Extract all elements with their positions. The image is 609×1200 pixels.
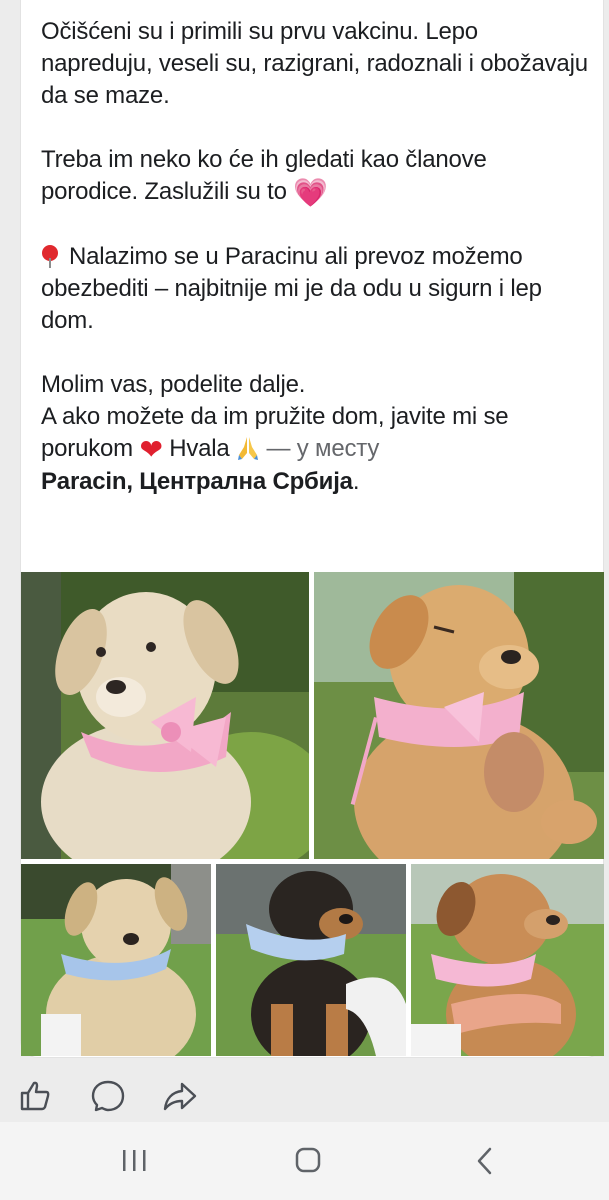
comment-button[interactable] (90, 1078, 126, 1114)
share-button[interactable] (162, 1078, 198, 1114)
post-paragraph-2: Treba im neko ko će ih gledati kao člano… (41, 144, 589, 209)
photo-puppy-golden-pink-collar[interactable] (314, 572, 604, 859)
post-paragraph-1: Očišćeni su i primili su prvu vakcinu. L… (41, 18, 588, 109)
pink-heart-emoji: 💗 (293, 177, 328, 208)
photo-puppy-cream-blue-collar[interactable] (21, 864, 211, 1056)
home-button[interactable] (288, 1144, 328, 1178)
red-heart-emoji: ❤ (139, 434, 163, 465)
like-button[interactable] (18, 1078, 54, 1114)
post-paragraph-4: Molim vas, podelite dalje. A ako možete … (41, 369, 589, 498)
photo-puppy-cream-pink-collar[interactable] (21, 572, 309, 859)
home-icon (295, 1147, 321, 1173)
system-navigation-bar (0, 1122, 609, 1200)
location-suffix: . (352, 468, 360, 495)
comment-icon (91, 1080, 125, 1112)
post-paragraph-3-text: Nalazimo se u Paracinu ali prevoz možemo… (41, 243, 542, 334)
back-icon (477, 1147, 492, 1175)
back-button[interactable] (466, 1144, 506, 1178)
praying-hands-icon (238, 437, 259, 460)
map-pin-icon (41, 245, 59, 268)
post-thanks: Hvala (169, 435, 230, 462)
recent-apps-button[interactable] (114, 1144, 154, 1178)
share-icon (163, 1082, 197, 1111)
thumbs-up-icon (20, 1081, 50, 1111)
post-share-request: Molim vas, podelite dalje. (41, 371, 306, 398)
location-prefix: — у месту (266, 435, 380, 462)
photo-puppy-tan-pink-collar[interactable] (411, 864, 604, 1056)
post-text: Očišćeni su i primili su prvu vakcinu. L… (41, 16, 589, 498)
location-link[interactable]: Paracin, Централна Србија (41, 468, 353, 495)
recent-apps-icon (123, 1150, 146, 1171)
post-paragraph-2-text: Treba im neko ko će ih gledati kao člano… (41, 146, 487, 205)
post-paragraph-3: Nalazimo se u Paracinu ali prevoz možemo… (41, 241, 589, 337)
post-actions (0, 1074, 609, 1120)
photo-puppy-black-tan-blue-collar[interactable] (216, 864, 406, 1056)
